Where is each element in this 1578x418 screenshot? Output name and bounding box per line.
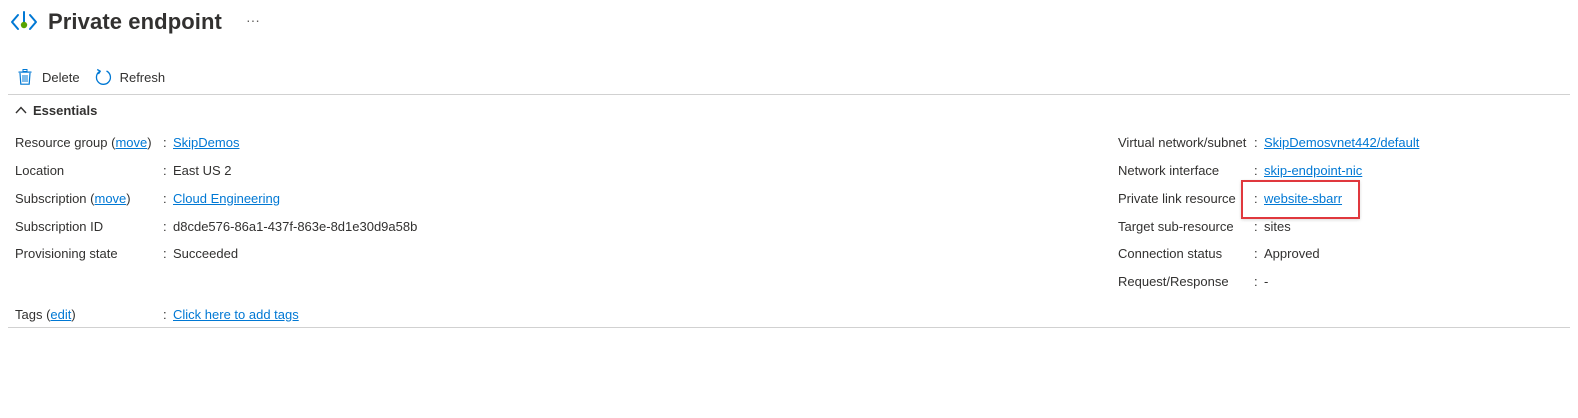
resource-group-row: Resource group (move) : SkipDemos (15, 133, 239, 151)
delete-label: Delete (42, 69, 80, 85)
provisioning-state-label: Provisioning state (15, 245, 118, 261)
colon: : (163, 134, 167, 150)
essentials-label: Essentials (33, 102, 98, 118)
essentials-toggle[interactable]: Essentials (14, 101, 97, 119)
colon: : (1254, 162, 1258, 178)
divider (8, 327, 1570, 328)
network-interface-value-link[interactable]: skip-endpoint-nic (1264, 163, 1362, 178)
page-title: Private endpoint (48, 9, 222, 34)
colon: : (163, 190, 167, 206)
page-header: Private endpoint ··· (8, 2, 260, 42)
colon: : (1254, 218, 1258, 234)
subscription-row: Subscription (move) : Cloud Engineering (15, 189, 280, 207)
location-value: East US 2 (173, 162, 232, 178)
resource-group-move-link[interactable]: move (115, 135, 147, 150)
colon: : (1254, 245, 1258, 261)
tags-row: Tags (edit) : Click here to add tags (15, 305, 299, 323)
resource-group-value-link[interactable]: SkipDemos (173, 135, 239, 150)
resource-group-label: Resource group (move) (15, 134, 152, 150)
connection-status-label: Connection status (1118, 245, 1223, 261)
page: Private endpoint ··· Delete Refresh Esse… (0, 0, 1578, 418)
provisioning-state-row: Provisioning state : Succeeded (15, 244, 238, 262)
more-options-button[interactable]: ··· (246, 12, 260, 28)
command-bar: Delete Refresh (16, 66, 179, 88)
colon: : (1254, 134, 1258, 150)
tags-label: Tags (edit) (15, 306, 76, 322)
highlight-annotation-box (1241, 180, 1360, 219)
vnet-subnet-value-link[interactable]: SkipDemosvnet442/default (1264, 135, 1419, 150)
provisioning-state-value: Succeeded (173, 245, 239, 261)
connection-status-row: Connection status : Approved (1118, 244, 1320, 262)
target-subresource-label: Target sub-resource (1118, 218, 1234, 234)
refresh-label: Refresh (119, 69, 166, 85)
network-interface-row: Network interface : skip-endpoint-nic (1118, 161, 1362, 179)
subscription-move-link[interactable]: move (94, 191, 126, 206)
tags-edit-link[interactable]: edit (50, 307, 71, 322)
connection-status-value: Approved (1264, 245, 1320, 261)
request-response-value: - (1264, 273, 1269, 289)
vnet-subnet-row: Virtual network/subnet : SkipDemosvnet44… (1118, 133, 1419, 151)
vnet-subnet-label: Virtual network/subnet (1118, 134, 1247, 150)
colon: : (1254, 273, 1258, 289)
colon: : (163, 306, 167, 322)
target-subresource-row: Target sub-resource : sites (1118, 217, 1291, 235)
colon: : (163, 245, 167, 261)
subscription-id-value: d8cde576-86a1-437f-863e-8d1e30d9a58b (173, 218, 418, 234)
target-subresource-value: sites (1264, 218, 1291, 234)
refresh-icon (94, 68, 112, 86)
subscription-id-label: Subscription ID (15, 218, 104, 234)
subscription-value-link[interactable]: Cloud Engineering (173, 191, 280, 206)
delete-button[interactable]: Delete (16, 68, 80, 86)
refresh-button[interactable]: Refresh (94, 68, 166, 86)
private-link-resource-label: Private link resource (1118, 190, 1236, 206)
colon: : (163, 218, 167, 234)
private-endpoint-icon (8, 6, 40, 38)
add-tags-link[interactable]: Click here to add tags (173, 307, 299, 322)
network-interface-label: Network interface (1118, 162, 1220, 178)
request-response-label: Request/Response (1118, 273, 1229, 289)
divider (8, 94, 1570, 95)
colon: : (163, 162, 167, 178)
location-row: Location : East US 2 (15, 161, 232, 179)
subscription-label: Subscription (move) (15, 190, 131, 206)
location-label: Location (15, 162, 65, 178)
chevron-up-icon (14, 103, 28, 117)
subscription-id-row: Subscription ID : d8cde576-86a1-437f-863… (15, 217, 417, 235)
request-response-row: Request/Response : - (1118, 272, 1268, 290)
trash-icon (16, 68, 34, 86)
